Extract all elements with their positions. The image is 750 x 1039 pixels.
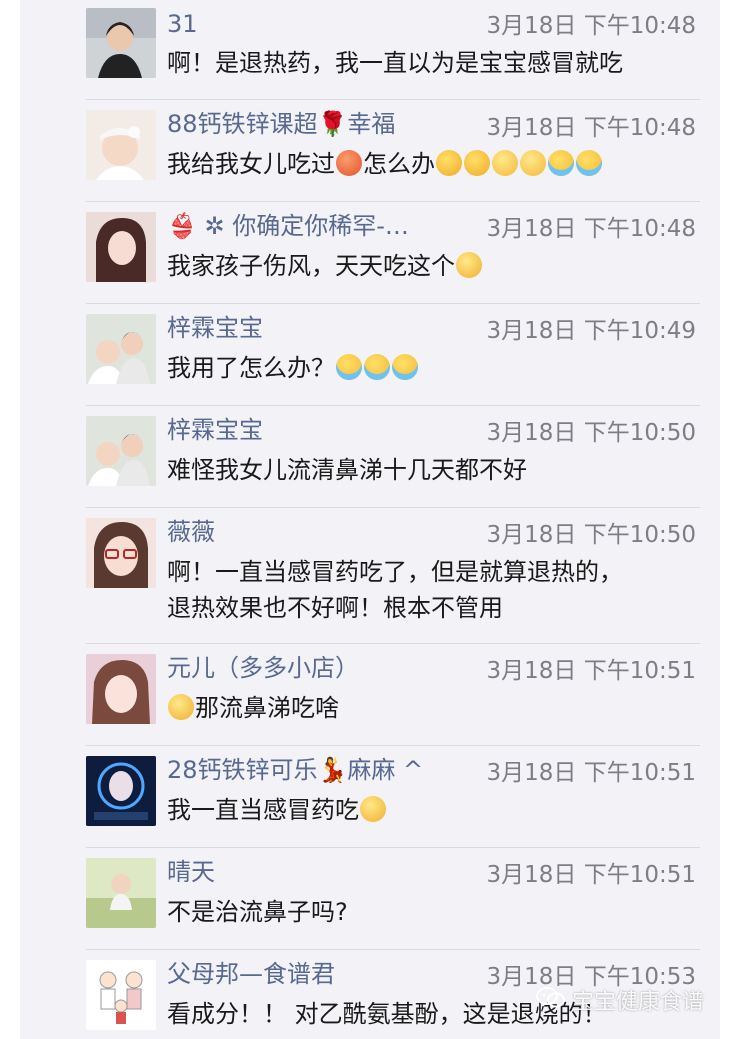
comment-time: 3月18日 下午10:48 (486, 115, 697, 141)
cry-emoji-icon (548, 150, 574, 176)
shock-emoji-icon (456, 252, 482, 278)
shock-emoji-icon (360, 796, 386, 822)
watermark-text: 宝宝健康食谱 (572, 990, 705, 1015)
comment-text: 我一直当感冒药吃 (167, 792, 707, 828)
comment-time: 3月18日 下午10:51 (486, 862, 697, 888)
comment-text: 不是治流鼻子吗? (167, 898, 348, 926)
commenter-name[interactable]: 父母邦—食谱君 (167, 956, 477, 992)
angry-emoji-icon (336, 150, 362, 176)
cry-emoji-icon (364, 354, 390, 380)
shock-emoji-icon (168, 694, 194, 720)
commenter-name[interactable]: 88钙铁锌课超🌹幸福 (167, 106, 477, 142)
comment-text: 我给我女儿吃过 怎么办 (167, 146, 707, 182)
comment-text: 难怪我女儿流清鼻涕十几天都不好 (167, 456, 527, 484)
confused-emoji-icon (492, 150, 518, 176)
avatar[interactable] (86, 212, 156, 282)
comment-time: 3月18日 下午10:48 (486, 13, 697, 39)
watermark: 宝宝健康食谱 (536, 986, 704, 1018)
wechat-icon (536, 986, 566, 1020)
commenter-name[interactable]: 元儿（多多小店） (167, 650, 477, 686)
cry-emoji-icon (336, 354, 362, 380)
comment-time: 3月18日 下午10:51 (486, 658, 697, 684)
comment-text: 啊！一直当感冒药吃了，但是就算退热的， 退热效果也不好啊！根本不管用 (167, 558, 623, 622)
avatar[interactable] (86, 858, 156, 928)
comment-list: 31 3月18日 下午10:48 啊！是退热药，我一直以为是宝宝感冒就吃 88钙… (20, 0, 720, 1039)
comment-row: 31 3月18日 下午10:48 啊！是退热药，我一直以为是宝宝感冒就吃 (20, 0, 720, 99)
commenter-name[interactable]: 28钙铁锌可乐💃麻麻 ^ (167, 752, 477, 788)
comment-text: 我用了怎么办？ (167, 350, 707, 386)
comment-text: 我家孩子伤风，天天吃这个 (167, 248, 707, 284)
avatar[interactable] (86, 518, 156, 588)
laugh-emoji-icon (464, 150, 490, 176)
comment-time: 3月18日 下午10:48 (486, 216, 697, 242)
comment-row: 元儿（多多小店） 3月18日 下午10:51 那流鼻涕吃啥 (20, 644, 720, 744)
commenter-name[interactable]: 梓霖宝宝 (167, 412, 477, 448)
avatar[interactable] (86, 416, 156, 486)
avatar[interactable] (86, 314, 156, 384)
commenter-name[interactable]: 梓霖宝宝 (167, 310, 477, 346)
comment-row: 梓霖宝宝 3月18日 下午10:49 我用了怎么办？ (20, 304, 720, 404)
cry-emoji-icon (576, 150, 602, 176)
avatar[interactable] (86, 8, 156, 78)
commenter-name[interactable]: 👙 ✲ 你确定你稀罕-… (167, 208, 477, 244)
avatar[interactable] (86, 756, 156, 826)
commenter-name[interactable]: 薇薇 (167, 514, 477, 550)
comment-row: 👙 ✲ 你确定你稀罕-… 3月18日 下午10:48 我家孩子伤风，天天吃这个 (20, 202, 720, 302)
confused-emoji-icon (520, 150, 546, 176)
avatar[interactable] (86, 654, 156, 724)
comment-row: 晴天 3月18日 下午10:51 不是治流鼻子吗? (20, 848, 720, 948)
commenter-name[interactable]: 晴天 (167, 854, 477, 890)
comment-row: 28钙铁锌可乐💃麻麻 ^ 3月18日 下午10:51 我一直当感冒药吃 (20, 746, 720, 846)
cry-emoji-icon (392, 354, 418, 380)
comment-row: 薇薇 3月18日 下午10:50 啊！一直当感冒药吃了，但是就算退热的， 退热效… (20, 508, 720, 642)
comment-text: 那流鼻涕吃啥 (167, 690, 707, 726)
comment-text: 啊！是退热药，我一直以为是宝宝感冒就吃 (167, 49, 623, 77)
avatar[interactable] (86, 960, 156, 1030)
comment-time: 3月18日 下午10:50 (486, 420, 697, 446)
comment-row: 梓霖宝宝 3月18日 下午10:50 难怪我女儿流清鼻涕十几天都不好 (20, 406, 720, 506)
commenter-name[interactable]: 31 (167, 6, 477, 42)
laugh-emoji-icon (436, 150, 462, 176)
comment-time: 3月18日 下午10:49 (486, 318, 697, 344)
comment-row: 88钙铁锌课超🌹幸福 3月18日 下午10:48 我给我女儿吃过 怎么办 (20, 100, 720, 200)
comment-time: 3月18日 下午10:50 (486, 522, 697, 548)
avatar[interactable] (86, 110, 156, 180)
comment-time: 3月18日 下午10:51 (486, 760, 697, 786)
